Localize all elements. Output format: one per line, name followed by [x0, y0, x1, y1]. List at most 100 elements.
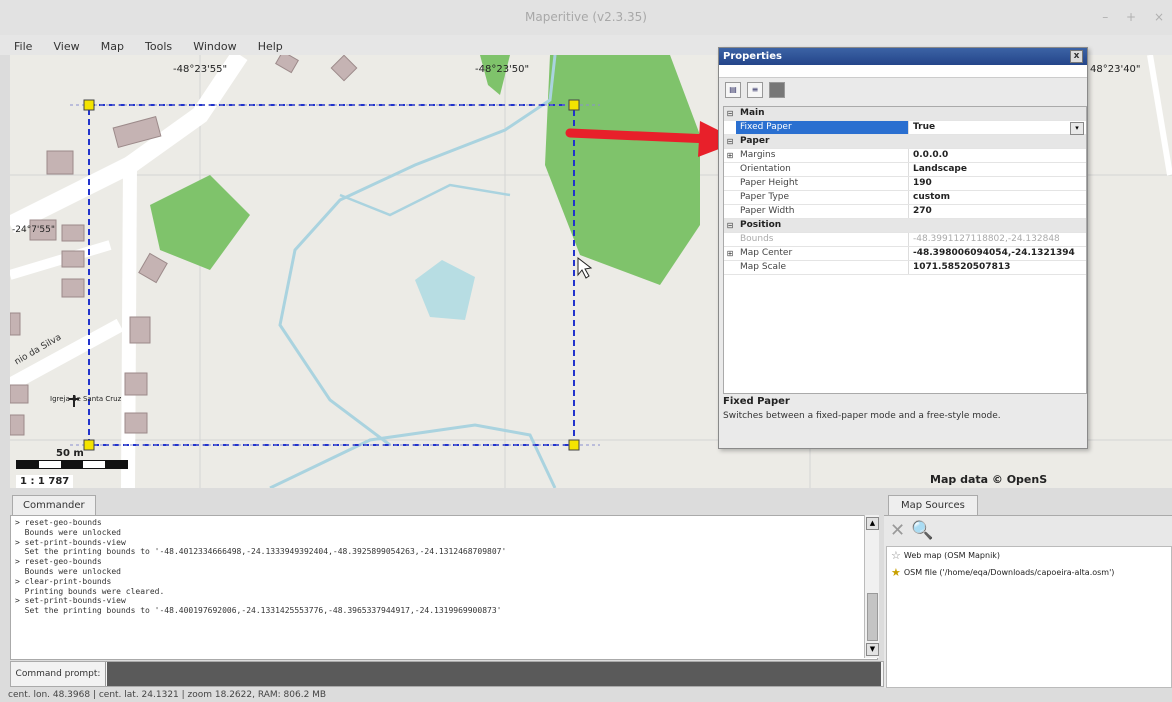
osm-file-icon: ★	[891, 566, 901, 579]
close-icon[interactable]: x	[1070, 50, 1083, 63]
forest-area	[545, 55, 700, 285]
property-key: Paper Width	[736, 205, 909, 218]
scroll-up-icon[interactable]: ▲	[866, 517, 879, 530]
zoom-to-source-icon[interactable]: 🔍	[911, 520, 933, 541]
building	[124, 372, 148, 396]
bounds-handle	[83, 99, 95, 111]
window-controls: – + ×	[1088, 10, 1164, 24]
categorized-icon[interactable]: ▤	[725, 82, 741, 98]
property-value[interactable]: 0.0.0.0	[909, 149, 1086, 162]
tab-map-sources[interactable]: Map Sources	[888, 495, 978, 516]
expand-icon[interactable]: ⊟	[724, 135, 736, 148]
property-row[interactable]: Orientation Landscape	[724, 163, 1086, 177]
property-row[interactable]: Map Scale 1071.58520507813	[724, 261, 1086, 275]
log-line: > reset-geo-bounds	[15, 557, 102, 567]
property-key: Main	[740, 108, 765, 118]
building	[275, 55, 299, 74]
tab-commander[interactable]: Commander	[12, 495, 96, 516]
expand-icon[interactable]: ⊟	[724, 107, 736, 120]
building	[10, 312, 21, 336]
menu-file[interactable]: File	[14, 37, 32, 57]
coord-label: -48°23'50"	[475, 64, 530, 75]
property-value[interactable]: -48.398006094054,-24.1321394	[909, 247, 1086, 260]
property-category[interactable]: ⊟ Position	[724, 219, 1086, 233]
log-line: Set the printing bounds to '-48.40019769…	[15, 606, 502, 616]
stream	[269, 423, 557, 488]
property-key: Fixed Paper	[736, 121, 909, 134]
scale-bar: 50 m 1 : 1 787	[16, 448, 128, 488]
property-value[interactable]: -48.3991127118802,-24.132848	[909, 233, 1086, 246]
property-value[interactable]: 270	[909, 205, 1086, 218]
map-credit: Map data © OpenS	[930, 473, 1048, 486]
scroll-thumb[interactable]	[867, 593, 878, 641]
maximize-button[interactable]: +	[1126, 10, 1136, 24]
alphabetical-icon[interactable]: ≡	[747, 82, 763, 98]
scroll-down-icon[interactable]: ▼	[866, 643, 879, 656]
property-key: Bounds	[736, 233, 909, 246]
chevron-down-icon[interactable]: ▾	[1070, 122, 1084, 135]
property-row[interactable]: Bounds -48.3991127118802,-24.132848	[724, 233, 1086, 247]
scale-bar-graphic	[16, 460, 128, 469]
property-value[interactable]: 190	[909, 177, 1086, 190]
print-bounds-frame	[88, 104, 575, 446]
property-key: Paper	[740, 136, 770, 146]
building	[61, 250, 85, 268]
window-title: Maperitive (v2.3.35)	[525, 10, 647, 24]
command-input[interactable]	[107, 662, 881, 686]
menu-map[interactable]: Map	[101, 37, 124, 57]
log-line: > set-print-bounds-view	[15, 537, 126, 547]
road	[10, 240, 112, 280]
expand-icon[interactable]: ⊞	[724, 149, 736, 162]
coord-label: -48°23'55"	[173, 64, 228, 75]
menu-tools[interactable]: Tools	[145, 37, 172, 57]
properties-toolbar: ▤ ≡	[719, 78, 1087, 102]
property-row[interactable]: Paper Width 270	[724, 205, 1086, 219]
property-value[interactable]: Landscape	[909, 163, 1086, 176]
property-row[interactable]: ⊞ Map Center -48.398006094054,-24.1321394	[724, 247, 1086, 261]
menu-help[interactable]: Help	[258, 37, 283, 57]
building	[124, 412, 148, 434]
stream	[278, 55, 557, 447]
expand-icon[interactable]: ⊟	[724, 219, 736, 232]
property-value[interactable]: 1071.58520507813	[909, 261, 1086, 274]
property-category[interactable]: ⊟ Paper	[724, 135, 1086, 149]
property-row[interactable]: Fixed Paper True ▾	[724, 121, 1086, 135]
description-title: Fixed Paper	[723, 396, 790, 407]
log-line: Set the printing bounds to '-48.40123346…	[15, 547, 507, 557]
mouse-cursor-icon	[577, 256, 593, 279]
building	[129, 316, 151, 344]
property-row[interactable]: ⊞ Margins 0.0.0.0	[724, 149, 1086, 163]
bounds-handle	[568, 99, 580, 111]
scale-ratio: 1 : 1 787	[16, 475, 74, 488]
property-category[interactable]: ⊟ Main	[724, 107, 1086, 121]
expand-icon[interactable]: ⊞	[724, 247, 736, 260]
close-button[interactable]: ×	[1154, 10, 1164, 24]
command-prompt: Command prompt:	[10, 661, 884, 687]
building	[46, 150, 74, 175]
property-value[interactable]: True	[909, 121, 1070, 134]
list-item[interactable]: ☆ Web map (OSM Mapnik)	[887, 547, 1171, 564]
menu-window[interactable]: Window	[193, 37, 236, 57]
property-pages-icon[interactable]	[769, 82, 785, 98]
log-line: > clear-print-bounds	[15, 576, 112, 586]
property-key: Map Scale	[736, 261, 909, 274]
property-key: Paper Type	[736, 191, 909, 204]
road	[1147, 55, 1172, 176]
list-item[interactable]: ★ OSM file ('/home/eqa/Downloads/capoeir…	[887, 564, 1171, 581]
properties-title-bar: Properties x	[719, 48, 1087, 65]
minimize-button[interactable]: –	[1102, 10, 1108, 24]
status-bar: cent. lon. 48.3968 | cent. lat. 24.1321 …	[0, 689, 1172, 702]
bounds-handle	[568, 439, 580, 451]
remove-source-icon[interactable]: ✕	[890, 520, 905, 541]
property-row[interactable]: Paper Height 190	[724, 177, 1086, 191]
command-log-scrollbar[interactable]: ▲ ▼	[864, 515, 879, 658]
menu-view[interactable]: View	[54, 37, 80, 57]
properties-object-bar[interactable]	[719, 65, 1087, 78]
coord-label: -24°7'55"	[12, 225, 55, 235]
property-value[interactable]: custom	[909, 191, 1086, 204]
property-row[interactable]: Paper Type custom	[724, 191, 1086, 205]
